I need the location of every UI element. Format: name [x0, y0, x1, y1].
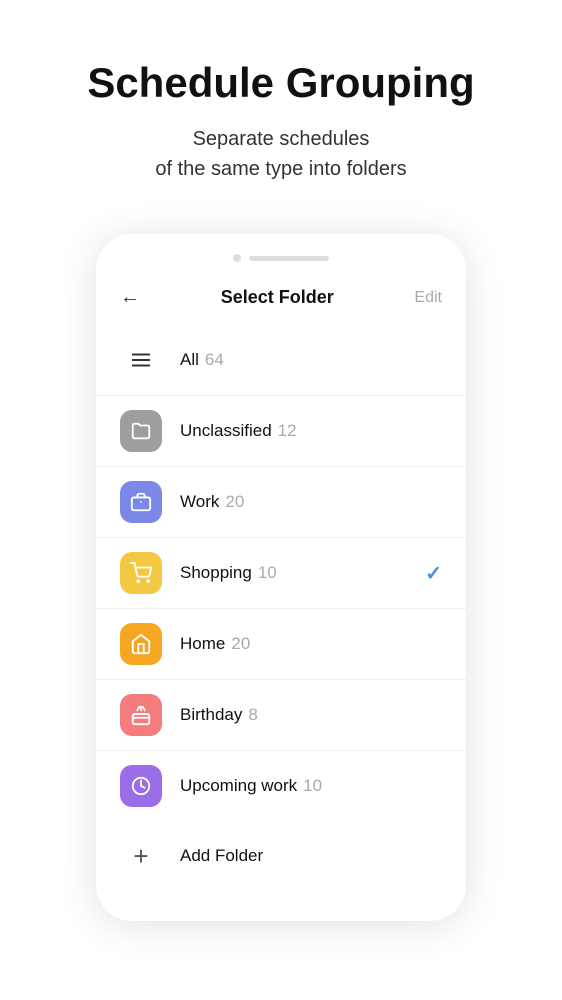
selected-checkmark: ✓: [425, 561, 442, 586]
nav-bar: ← Select Folder Edit: [96, 278, 466, 325]
add-folder-button[interactable]: + Add Folder: [96, 821, 466, 891]
folder-icon: [120, 410, 162, 452]
list-item[interactable]: Home 20: [96, 609, 466, 680]
clock-icon: [120, 765, 162, 807]
header-section: Schedule Grouping Separate schedules of …: [0, 0, 562, 214]
add-icon: +: [120, 835, 162, 877]
cart-icon: [120, 552, 162, 594]
list-item[interactable]: Birthday 8: [96, 680, 466, 751]
list-item[interactable]: All 64: [96, 325, 466, 396]
folder-count: 20: [225, 492, 244, 512]
notch-line: [249, 256, 329, 261]
folder-count: 20: [231, 634, 250, 654]
folder-list: All 64 Unclassified 12 Work 20: [96, 325, 466, 821]
cake-icon: [120, 694, 162, 736]
folder-name: Shopping: [180, 563, 252, 583]
briefcase-icon: [120, 481, 162, 523]
folder-name: Work: [180, 492, 219, 512]
list-item[interactable]: Unclassified 12: [96, 396, 466, 467]
list-item[interactable]: Work 20: [96, 467, 466, 538]
phone-notch: [96, 254, 466, 262]
folder-count: 10: [258, 563, 277, 583]
page-title: Schedule Grouping: [30, 60, 532, 106]
edit-button[interactable]: Edit: [414, 289, 442, 307]
home-icon: [120, 623, 162, 665]
add-folder-label: Add Folder: [180, 846, 263, 866]
folder-count: 64: [205, 350, 224, 370]
notch-dot: [233, 254, 241, 262]
folder-name: Upcoming work: [180, 776, 297, 796]
folder-count: 8: [248, 705, 257, 725]
page-subtitle: Separate schedules of the same type into…: [30, 124, 532, 184]
list-item[interactable]: Shopping 10 ✓: [96, 538, 466, 609]
nav-title: Select Folder: [221, 287, 334, 308]
list-icon: [120, 339, 162, 381]
folder-count: 10: [303, 776, 322, 796]
folder-name: Unclassified: [180, 421, 272, 441]
folder-count: 12: [278, 421, 297, 441]
back-button[interactable]: ←: [120, 286, 140, 309]
list-item[interactable]: Upcoming work 10: [96, 751, 466, 821]
folder-name: All: [180, 350, 199, 370]
folder-name: Home: [180, 634, 225, 654]
phone-mockup: ← Select Folder Edit All 64 Uncl: [96, 234, 466, 921]
folder-name: Birthday: [180, 705, 242, 725]
